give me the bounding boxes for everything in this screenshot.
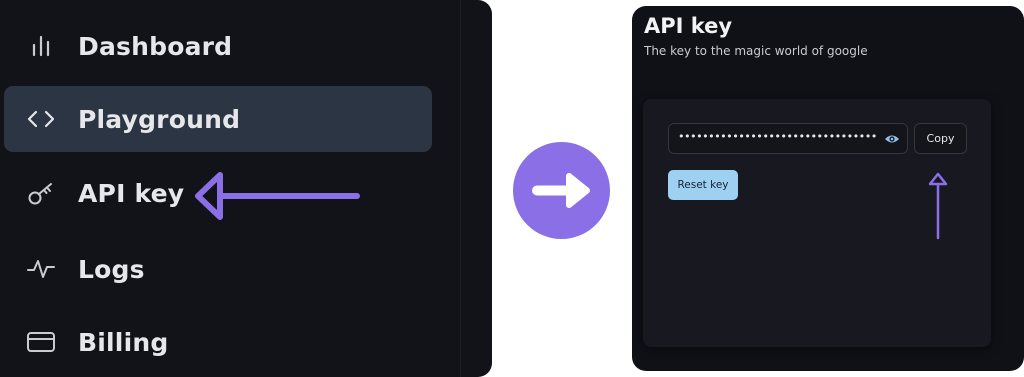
sidebar-item-label: Dashboard: [78, 31, 233, 61]
code-icon: [24, 102, 58, 136]
activity-icon: [24, 252, 58, 286]
sidebar-item-dashboard[interactable]: Dashboard: [4, 13, 432, 79]
sidebar-item-label: Logs: [78, 254, 145, 284]
key-icon: [24, 176, 58, 210]
bar-chart-icon: [24, 29, 58, 63]
api-key-field[interactable]: ••••••••••••••••••••••••••••••••••••••••: [668, 123, 908, 154]
eye-icon[interactable]: [884, 131, 900, 150]
arrow-right-circle-icon: [513, 142, 610, 239]
api-key-card: ••••••••••••••••••••••••••••••••••••••••…: [643, 99, 991, 347]
sidebar-item-label: Billing: [78, 327, 169, 357]
tutorial-graphic: Dashboard Playground API key Logs Billin…: [0, 0, 1024, 377]
sidebar-item-billing[interactable]: Billing: [4, 309, 432, 375]
copy-button[interactable]: Copy: [914, 123, 967, 154]
reset-key-button[interactable]: Reset key: [668, 170, 738, 200]
api-key-page: API key The key to the magic world of go…: [632, 6, 1024, 371]
page-title: API key: [644, 14, 733, 38]
up-pointing-arrow-icon: [928, 172, 948, 240]
sidebar-divider: [460, 0, 461, 377]
sidebar-item-label: Playground: [78, 104, 241, 134]
left-pointing-arrow-icon: [195, 172, 360, 220]
sidebar-item-logs[interactable]: Logs: [4, 236, 432, 302]
sidebar-item-playground[interactable]: Playground: [4, 86, 432, 152]
credit-card-icon: [24, 325, 58, 359]
page-subtitle: The key to the magic world of google: [644, 44, 868, 58]
sidebar-item-label: API key: [78, 178, 185, 208]
sidebar: Dashboard Playground API key Logs Billin…: [0, 0, 492, 377]
api-key-masked-value: ••••••••••••••••••••••••••••••••••••••••: [678, 130, 878, 143]
